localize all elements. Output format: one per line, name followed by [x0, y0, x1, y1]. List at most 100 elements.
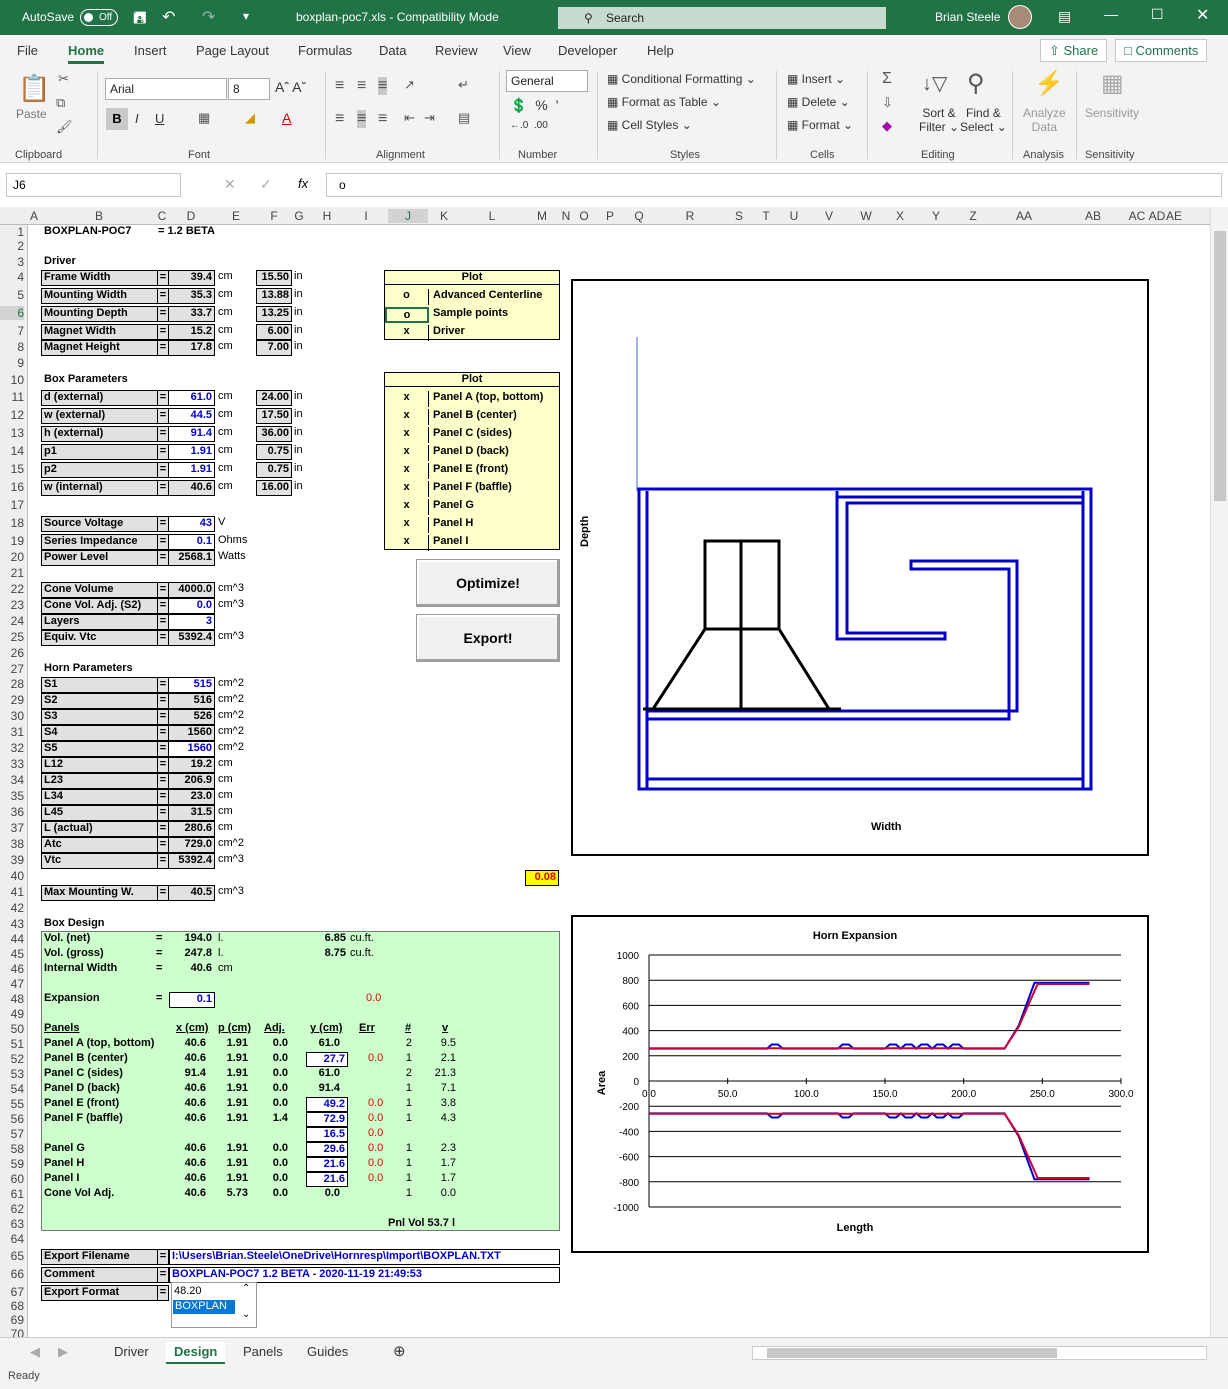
analyze-data-icon[interactable]: ⚡ [1034, 69, 1064, 98]
column-header[interactable]: A [14, 209, 54, 223]
dropdown-up-icon[interactable]: ⌃ [242, 1283, 250, 1294]
row-header[interactable]: 63 [0, 1217, 24, 1231]
add-sheet-icon[interactable]: ⊕ [393, 1342, 406, 1360]
underline-button[interactable]: U [155, 111, 164, 126]
customize-qat-icon[interactable]: ▾ [243, 9, 249, 23]
sheet-tab-driver[interactable]: Driver [114, 1344, 149, 1359]
autosave-toggle[interactable]: Off [80, 9, 118, 26]
row-header[interactable]: 36 [0, 805, 24, 819]
align-middle-icon[interactable]: ≡ [357, 77, 366, 95]
undo-icon[interactable]: ↶ [162, 7, 175, 27]
row-header[interactable]: 33 [0, 757, 24, 771]
paste-label[interactable]: Paste [16, 107, 47, 121]
plot-toggle[interactable]: x [385, 391, 429, 407]
format-as-table-button[interactable]: ▦ Format as Table ⌄ [607, 95, 721, 109]
percent-icon[interactable]: 💲 % ’ [510, 97, 559, 114]
row-header[interactable]: 45 [0, 947, 24, 961]
row-header[interactable]: 66 [0, 1267, 24, 1281]
row-header[interactable]: 62 [0, 1202, 24, 1216]
cell-styles-button[interactable]: ▦ Cell Styles ⌄ [607, 118, 692, 132]
row-header[interactable]: 21 [0, 566, 24, 580]
row-header[interactable]: 29 [0, 693, 24, 707]
fill-color-icon[interactable]: ◢ [245, 110, 255, 126]
plot-toggle[interactable]: x [385, 481, 429, 497]
row-header[interactable]: 48 [0, 992, 24, 1006]
row-header[interactable]: 58 [0, 1142, 24, 1156]
search-input[interactable]: ⚲ Search [558, 7, 886, 29]
format-option-2[interactable]: BOXPLAN [173, 1300, 235, 1314]
row-header[interactable]: 13 [0, 426, 24, 440]
row-header[interactable]: 52 [0, 1052, 24, 1066]
copy-icon[interactable]: ⧉ [56, 95, 65, 111]
tab-file[interactable]: File [17, 43, 38, 58]
row-header[interactable]: 1 [0, 225, 24, 239]
row-header[interactable]: 14 [0, 444, 24, 458]
row-header[interactable]: 65 [0, 1249, 24, 1263]
row-header[interactable]: 60 [0, 1172, 24, 1186]
align-left-icon[interactable]: ≡ [335, 110, 344, 128]
insert-cells-button[interactable]: ▦ Insert ⌄ [787, 72, 845, 86]
row-header[interactable]: 42 [0, 901, 24, 915]
row-header[interactable]: 41 [0, 885, 24, 899]
row-header[interactable]: 40 [0, 869, 24, 883]
row-header[interactable]: 22 [0, 582, 24, 596]
maximize-icon[interactable]: ☐ [1151, 6, 1164, 23]
avatar[interactable] [1008, 5, 1032, 29]
decimal-icon[interactable]: ←.0 .00 [510, 120, 548, 131]
row-header[interactable]: 53 [0, 1067, 24, 1081]
row-header[interactable]: 49 [0, 1007, 24, 1021]
increase-indent-icon[interactable]: ⇥ [424, 110, 435, 126]
column-header[interactable]: X [880, 209, 920, 223]
conditional-formatting-button[interactable]: ▦ Conditional Formatting ⌄ [607, 72, 756, 86]
column-header[interactable]: R [670, 209, 710, 223]
row-header[interactable]: 7 [0, 324, 24, 338]
row-header[interactable]: 3 [0, 255, 24, 269]
export-value[interactable]: BOXPLAN-POC7 1.2 BETA - 2020-11-19 21:49… [169, 1267, 560, 1283]
vertical-scrollbar[interactable] [1210, 207, 1228, 1337]
column-header[interactable]: E [216, 209, 256, 223]
decrease-indent-icon[interactable]: ⇤ [404, 110, 415, 126]
param-value[interactable]: 61.0 [168, 390, 215, 406]
box-layout-chart[interactable]: Depth Width [571, 279, 1149, 856]
delete-cells-button[interactable]: ▦ Delete ⌄ [787, 95, 850, 109]
row-header[interactable]: 15 [0, 462, 24, 476]
row-header[interactable]: 23 [0, 598, 24, 612]
column-header[interactable]: B [79, 209, 119, 223]
number-format-select[interactable]: General [506, 70, 588, 92]
panel-y[interactable]: 49.2 [306, 1097, 348, 1112]
row-header[interactable]: 27 [0, 662, 24, 676]
plot-toggle[interactable]: x [385, 409, 429, 425]
tab-review[interactable]: Review [435, 43, 478, 58]
font-name-select[interactable]: Arial [105, 78, 227, 100]
plot-toggle[interactable]: o [385, 289, 429, 305]
align-center-icon[interactable]: ≡ [357, 110, 367, 128]
row-header[interactable]: 20 [0, 550, 24, 564]
plot-toggle[interactable]: x [385, 535, 429, 551]
autosum-icon[interactable]: Σ [882, 70, 892, 88]
column-header[interactable]: L [472, 209, 512, 223]
row-header[interactable]: 31 [0, 725, 24, 739]
format-painter-icon[interactable]: 🖌 [56, 119, 73, 135]
row-header[interactable]: 38 [0, 837, 24, 851]
fill-icon[interactable]: ⇩ [882, 95, 893, 111]
font-size-select[interactable]: 8 [228, 78, 270, 100]
expansion-input[interactable]: 0.1 [169, 992, 215, 1008]
cut-icon[interactable]: ✂ [58, 71, 69, 87]
export-button[interactable]: Export! [416, 614, 560, 662]
sort-filter-icon[interactable]: ↓▽ [922, 71, 947, 96]
column-header[interactable]: Y [916, 209, 956, 223]
tab-formulas[interactable]: Formulas [298, 43, 352, 58]
plot-toggle[interactable]: x [385, 325, 429, 341]
plot-toggle[interactable]: x [385, 463, 429, 479]
clear-icon[interactable]: ◆ [882, 118, 892, 134]
export-format-dropdown[interactable]: 48.20 BOXPLAN ⌃ ⌄ [171, 1282, 257, 1328]
tab-developer[interactable]: Developer [558, 43, 617, 58]
align-right-icon[interactable]: ≡ [378, 110, 387, 128]
comments-button[interactable]: □ Comments [1115, 39, 1208, 62]
row-header[interactable]: 59 [0, 1157, 24, 1171]
row-header[interactable]: 68 [0, 1299, 24, 1313]
row-header[interactable]: 64 [0, 1232, 24, 1246]
column-header[interactable]: Z [953, 209, 993, 223]
analyze-data-button[interactable]: Analyze Data [1023, 106, 1066, 134]
enter-icon[interactable]: ✓ [260, 176, 272, 193]
